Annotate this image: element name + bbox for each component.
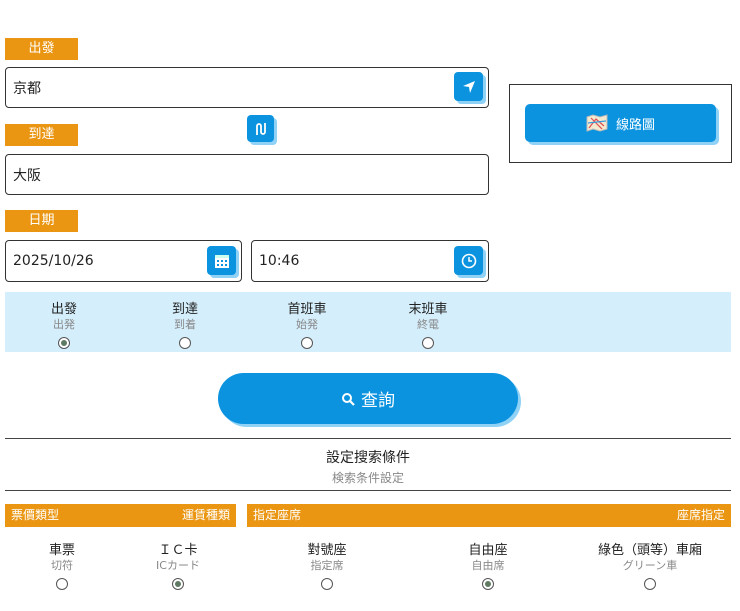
date-label: 日期: [5, 210, 78, 232]
radio-departure[interactable]: [58, 337, 70, 349]
route-map-popup: 線路圖: [509, 84, 732, 163]
option-sublabel: 終電: [417, 318, 439, 331]
time-mode-first-train[interactable]: 首班車 始発: [257, 298, 357, 353]
map-icon: [586, 114, 608, 132]
swap-stations-button[interactable]: [247, 115, 274, 142]
fare-type-title: 票價類型: [11, 508, 60, 522]
option-label: 自由座: [468, 543, 508, 558]
option-label: 到達: [171, 302, 198, 317]
fare-type-header: 票價類型 運賃種類: [5, 504, 236, 527]
radio-reserved[interactable]: [321, 578, 333, 590]
seat-option-green-car[interactable]: 綠色（頭等）車廂 グリーン車: [570, 539, 730, 594]
calendar-icon: [214, 254, 229, 268]
option-label: 車票: [48, 543, 75, 558]
settings-title: 設定搜索條件: [326, 450, 410, 466]
divider: [5, 490, 731, 491]
option-label: 綠色（頭等）車廂: [597, 543, 702, 558]
divider: [5, 438, 731, 439]
arrival-input[interactable]: 大阪: [5, 154, 489, 195]
seat-option-reserved[interactable]: 對號座 指定席: [257, 539, 397, 594]
radio-green-car[interactable]: [644, 578, 656, 590]
fare-option-ticket[interactable]: 車票 切符: [2, 539, 122, 594]
radio-non-reserved[interactable]: [482, 578, 494, 590]
option-label: 首班車: [287, 302, 327, 317]
option-sublabel: ICカード: [156, 559, 200, 572]
search-label: 查詢: [361, 391, 395, 411]
radio-last-train[interactable]: [422, 337, 434, 349]
departure-value: 京都: [13, 80, 41, 97]
option-sublabel: 到着: [174, 318, 196, 331]
search-icon: [342, 392, 355, 406]
fare-option-ic-card[interactable]: ＩＣ卡 ICカード: [118, 539, 238, 594]
calendar-button[interactable]: [207, 246, 236, 275]
option-sublabel: 切符: [51, 559, 73, 572]
current-location-button[interactable]: [454, 72, 483, 101]
departure-input[interactable]: 京都: [5, 67, 489, 108]
radio-first-train[interactable]: [301, 337, 313, 349]
clock-icon: [461, 253, 476, 268]
location-arrow-icon: [462, 80, 475, 93]
option-sublabel: 自由席: [471, 559, 505, 572]
option-label: 出發: [50, 302, 77, 317]
arrival-value: 大阪: [13, 167, 41, 184]
seat-option-non-reserved[interactable]: 自由座 自由席: [418, 539, 558, 594]
seat-type-title-jp: 座席指定: [676, 508, 725, 522]
option-sublabel: 出発: [53, 318, 75, 331]
radio-arrival[interactable]: [179, 337, 191, 349]
date-value: 2025/10/26: [13, 253, 94, 269]
radio-ticket[interactable]: [56, 578, 68, 590]
seat-type-header: 指定座席 座席指定: [247, 504, 731, 527]
radio-ic-card[interactable]: [172, 578, 184, 590]
option-sublabel: 指定席: [310, 559, 344, 572]
time-mode-arrival[interactable]: 到達 到着: [135, 298, 235, 353]
time-value: 10:46: [259, 253, 300, 269]
departure-label: 出發: [5, 38, 78, 60]
time-picker-button[interactable]: [454, 246, 483, 275]
swap-icon: [255, 122, 266, 135]
option-sublabel: グリーン車: [622, 559, 678, 572]
settings-subtitle: 検索条件設定: [331, 471, 404, 485]
option-label: 末班車: [408, 302, 448, 317]
seat-type-title: 指定座席: [253, 508, 302, 522]
arrival-label: 到達: [5, 124, 78, 146]
route-map-label: 線路圖: [615, 117, 655, 133]
fare-type-title-jp: 運賃種類: [181, 508, 230, 522]
time-mode-departure[interactable]: 出發 出発: [14, 298, 114, 353]
option-sublabel: 始発: [296, 318, 318, 331]
search-button[interactable]: 查詢: [218, 373, 518, 424]
option-label: 對號座: [307, 543, 347, 558]
option-label: ＩＣ卡: [158, 543, 198, 558]
time-mode-last-train[interactable]: 末班車 終電: [378, 298, 478, 353]
route-map-button[interactable]: 線路圖: [525, 104, 716, 142]
